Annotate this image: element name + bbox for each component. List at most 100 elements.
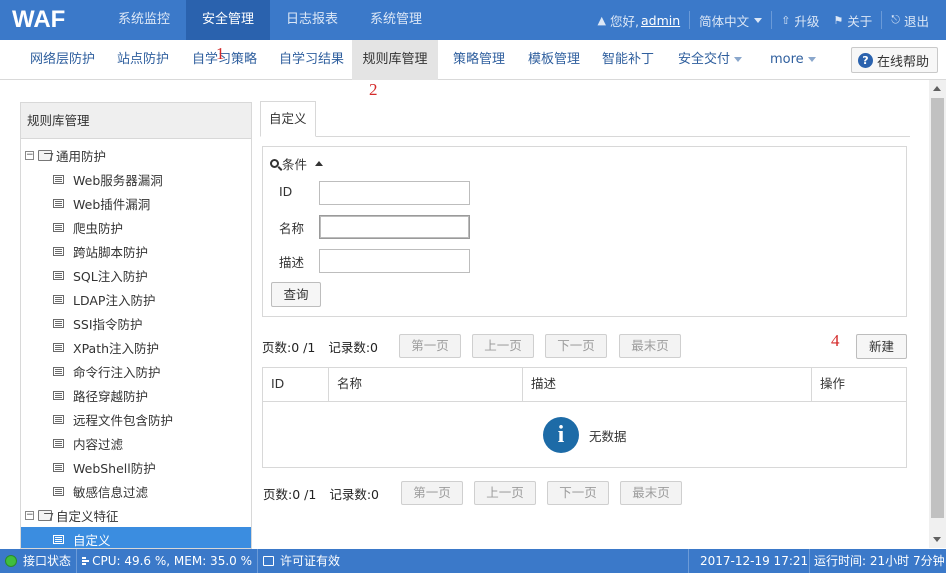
first-page-button[interactable]: 第一页 <box>399 334 461 358</box>
list-icon <box>53 414 64 424</box>
id-input[interactable] <box>319 181 470 205</box>
cpu-icon <box>82 557 90 565</box>
list-icon <box>53 462 64 472</box>
list-icon <box>53 486 64 496</box>
about-button[interactable]: 关于 <box>847 11 872 30</box>
top-bar: WAF 系统监控 安全管理 日志报表 系统管理 ▲ 您好, admin 简体中文… <box>0 0 946 40</box>
subnav-delivery[interactable]: 安全交付 <box>678 40 743 80</box>
list-icon <box>53 342 64 352</box>
condition-toggle[interactable]: 条件 <box>270 154 324 173</box>
resource-usage: CPU: 49.6 %, MEM: 35.0 % <box>77 549 258 573</box>
help-button[interactable]: ? 在线帮助 <box>850 47 938 73</box>
info-icon: i <box>543 417 579 453</box>
tree-item[interactable]: 路径穿越防护 <box>21 383 251 407</box>
desc-input[interactable] <box>319 249 470 273</box>
name-label: 名称 <box>279 221 305 236</box>
first-page-button[interactable]: 第一页 <box>401 481 463 505</box>
tree-item[interactable]: WebShell防护 <box>21 455 251 479</box>
tree-item[interactable]: 爬虫防护 <box>21 215 251 239</box>
table-header: ID 名称 描述 操作 <box>263 368 906 402</box>
name-input[interactable] <box>319 215 470 239</box>
tree-item[interactable]: 内容过滤 <box>21 431 251 455</box>
annotation-1: 1 <box>216 44 225 63</box>
logout-icon: ⎋ <box>891 13 900 26</box>
topnav-security[interactable]: 安全管理 <box>186 0 271 40</box>
tree-item[interactable]: XPath注入防护 <box>21 335 251 359</box>
sidebar: 规则库管理 − 通用防护 Web服务器漏洞 Web插件漏洞 爬虫防护 跨站脚本防… <box>20 102 252 549</box>
top-right-menu: ▲ 您好, admin 简体中文 ⇧ 升级 ⚑ 关于 ⎋ 退出 <box>589 0 938 40</box>
tree-item[interactable]: 跨站脚本防护 <box>21 239 251 263</box>
subnav-selflearn-result[interactable]: 自学习结果 <box>279 40 344 80</box>
tree-item-selected[interactable]: 自定义 <box>21 527 251 548</box>
list-icon <box>53 438 64 448</box>
subnav-more[interactable]: more <box>770 40 816 80</box>
collapse-icon[interactable]: − <box>25 150 34 160</box>
next-page-button[interactable]: 下一页 <box>547 481 609 505</box>
scroll-down-icon[interactable] <box>933 537 941 542</box>
condition-panel: 条件 ID 名称 描述 查询 <box>262 146 907 317</box>
logo: WAF <box>12 6 66 33</box>
scroll-thumb[interactable] <box>931 98 944 518</box>
topnav-monitor[interactable]: 系统监控 <box>102 0 186 40</box>
tree-item[interactable]: SQL注入防护 <box>21 263 251 287</box>
topnav-system[interactable]: 系统管理 <box>354 0 438 40</box>
prev-page-button[interactable]: 上一页 <box>472 334 534 358</box>
user-icon: ▲ <box>597 13 606 27</box>
col-action[interactable]: 操作 <box>811 368 906 402</box>
subnav-network[interactable]: 网络层防护 <box>30 40 95 80</box>
list-icon <box>53 294 64 304</box>
topnav-logs[interactable]: 日志报表 <box>270 0 354 40</box>
list-icon <box>53 534 64 544</box>
tree-group-custom[interactable]: − 自定义特征 <box>21 503 251 527</box>
last-page-button[interactable]: 最末页 <box>620 481 682 505</box>
next-page-button[interactable]: 下一页 <box>545 334 607 358</box>
subnav-site[interactable]: 站点防护 <box>117 40 169 80</box>
interface-status[interactable]: 接口状态 <box>0 549 77 573</box>
user-greeting: ▲ 您好, admin <box>597 12 681 29</box>
sidebar-title: 规则库管理 <box>21 103 251 139</box>
list-icon <box>53 366 64 376</box>
upgrade-icon: ⇧ <box>781 13 791 27</box>
status-bar: 接口状态 CPU: 49.6 %, MEM: 35.0 % 许可证有效 2017… <box>0 549 946 573</box>
top-nav: 系统监控 安全管理 日志报表 系统管理 <box>102 0 438 40</box>
list-icon <box>53 270 64 280</box>
last-page-button[interactable]: 最末页 <box>619 334 681 358</box>
tree-item[interactable]: LDAP注入防护 <box>21 287 251 311</box>
scroll-up-icon[interactable] <box>933 86 941 91</box>
language-select[interactable]: 简体中文 <box>689 11 771 29</box>
page-count: 页数:0 /1 <box>263 486 317 502</box>
subnav-patch[interactable]: 智能补丁 <box>602 40 654 80</box>
new-button[interactable]: 新建 <box>856 334 907 359</box>
list-icon <box>53 246 64 256</box>
tree-item[interactable]: Web插件漏洞 <box>21 191 251 215</box>
datetime: 2017-12-19 17:21 <box>688 549 810 573</box>
tree-item[interactable]: Web服务器漏洞 <box>21 167 251 191</box>
prev-page-button[interactable]: 上一页 <box>474 481 536 505</box>
tab-bar: 自定义 <box>260 101 910 137</box>
user-link[interactable]: admin <box>641 13 680 28</box>
subnav-selflearn-policy[interactable]: 自学习策略 <box>192 40 257 80</box>
collapse-icon[interactable]: − <box>25 510 34 520</box>
tree-item[interactable]: SSI指令防护 <box>21 311 251 335</box>
query-button[interactable]: 查询 <box>271 282 321 307</box>
col-id[interactable]: ID <box>263 368 328 402</box>
pager-top: 页数:0 /1 记录数:0 第一页 上一页 下一页 最末页 <box>262 334 682 358</box>
logout-button[interactable]: ⎋ 退出 <box>881 11 938 29</box>
list-icon <box>53 318 64 328</box>
tree-item[interactable]: 敏感信息过滤 <box>21 479 251 503</box>
upgrade-button[interactable]: ⇧ 升级 ⚑ 关于 <box>771 11 881 29</box>
col-name[interactable]: 名称 <box>328 368 522 402</box>
col-desc[interactable]: 描述 <box>522 368 811 402</box>
annotation-2: 2 <box>369 80 378 99</box>
subnav-policy[interactable]: 策略管理 <box>453 40 505 80</box>
vertical-scrollbar[interactable] <box>929 80 946 548</box>
subnav-template[interactable]: 模板管理 <box>528 40 580 80</box>
tree-group-general[interactable]: − 通用防护 <box>21 143 251 167</box>
sub-nav: 网络层防护 站点防护 自学习策略 自学习结果 规则库管理 策略管理 模板管理 智… <box>0 40 946 80</box>
tree-item[interactable]: 命令行注入防护 <box>21 359 251 383</box>
list-icon <box>53 222 64 232</box>
subnav-rule-library[interactable]: 规则库管理 <box>352 40 438 80</box>
tree-item[interactable]: 远程文件包含防护 <box>21 407 251 431</box>
tab-custom[interactable]: 自定义 <box>260 101 316 137</box>
chevron-down-icon <box>734 57 743 62</box>
